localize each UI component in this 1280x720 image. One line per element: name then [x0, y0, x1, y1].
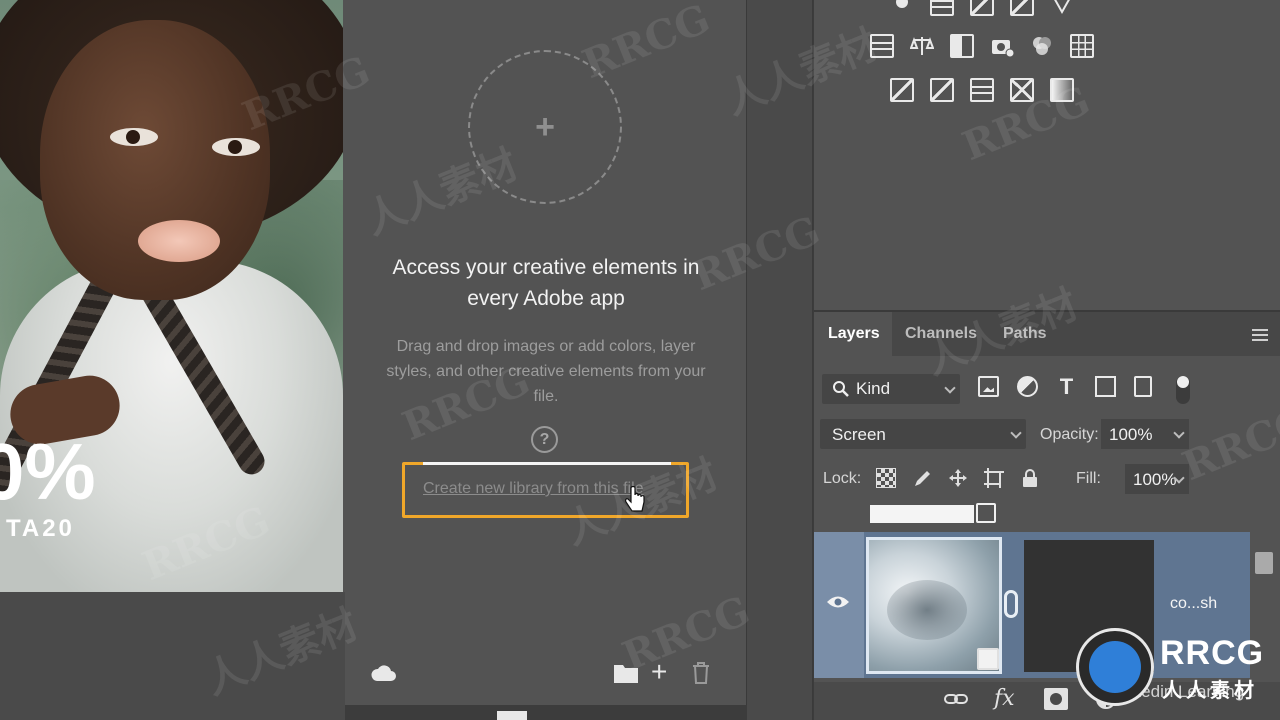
curves-icon[interactable] — [970, 0, 994, 16]
canvas-pasteboard — [0, 592, 345, 720]
color-balance-icon[interactable] — [909, 34, 935, 58]
mask-link-icon[interactable] — [1004, 590, 1018, 618]
photo-filter-icon[interactable] — [990, 34, 1015, 58]
invert-icon[interactable] — [890, 78, 914, 102]
type-layer-filter-icon[interactable]: T — [1056, 376, 1077, 398]
layer-style-fx-icon[interactable]: fx — [994, 688, 1018, 710]
layer-thumbnail[interactable] — [866, 537, 1002, 674]
lock-icons — [876, 468, 1040, 488]
black-white-icon[interactable] — [950, 34, 974, 58]
brightness-icon[interactable] — [890, 0, 914, 16]
search-icon — [833, 381, 849, 397]
layer-mask-thumbnail[interactable] — [1024, 540, 1154, 672]
link-layers-icon[interactable] — [944, 688, 968, 710]
add-mask-icon[interactable] — [1044, 688, 1068, 710]
lock-artboard-icon[interactable] — [984, 468, 1004, 488]
layers-panel: Layers Channels Paths Kind T Screen Opac… — [814, 312, 1280, 720]
opacity-input[interactable]: 100% — [1101, 419, 1189, 449]
create-library-link[interactable]: Create new library from this file — [423, 480, 644, 498]
lock-transparency-icon[interactable] — [876, 468, 896, 488]
chevron-down-icon — [1173, 427, 1185, 439]
libraries-title: Access your creative elements in every A… — [392, 256, 700, 310]
layer-filter-kind-select[interactable]: Kind — [822, 374, 960, 404]
blend-mode-value: Screen — [832, 425, 886, 444]
libraries-description: Drag and drop images or add colors, laye… — [386, 338, 706, 405]
layers-panel-tabs: Layers Channels Paths — [814, 312, 1280, 356]
panel-divider — [345, 705, 747, 720]
smart-object-badge-icon — [976, 503, 996, 523]
document-canvas[interactable]: 0% TA20 — [0, 0, 345, 720]
highlight-box: Create new library from this file — [402, 462, 689, 518]
color-lookup-icon[interactable] — [1070, 34, 1094, 58]
fill-label: Fill: — [1076, 470, 1101, 487]
shape-layer-filter-icon[interactable] — [1095, 376, 1116, 397]
add-library-drop-zone[interactable]: + — [468, 50, 622, 204]
linkedin-learning-label: Linkedin Learning — [1110, 682, 1245, 701]
adjustment-layer-filter-icon[interactable] — [1017, 376, 1038, 397]
gradient-map-icon[interactable] — [1050, 78, 1074, 102]
tab-layers[interactable]: Layers — [814, 312, 894, 356]
levels-icon[interactable] — [930, 0, 954, 16]
lock-label: Lock: — [823, 470, 862, 487]
layer-row-selected[interactable]: co...sh — [814, 532, 1250, 678]
posterize-icon[interactable] — [930, 78, 954, 102]
smart-object-badge-icon — [977, 648, 999, 670]
adjustments-panel — [814, 0, 1280, 312]
fill-value: 100% — [1133, 470, 1177, 489]
previous-layer-thumbnail[interactable] — [870, 505, 974, 523]
opacity-value: 100% — [1109, 425, 1153, 444]
chevron-down-icon — [944, 382, 956, 394]
blend-mode-select[interactable]: Screen — [820, 419, 1026, 449]
folder-icon[interactable] — [613, 662, 639, 684]
cloud-icon[interactable] — [370, 663, 398, 683]
exposure-icon[interactable] — [1010, 0, 1034, 16]
opacity-label: Opacity: — [1040, 426, 1099, 443]
hand-cursor-icon — [625, 486, 645, 512]
smart-object-filter-icon[interactable] — [1134, 376, 1152, 397]
plus-icon: + — [535, 107, 555, 146]
hue-saturation-icon[interactable] — [870, 34, 894, 58]
filter-kind-label: Kind — [856, 379, 891, 398]
visibility-eye-icon[interactable] — [826, 594, 850, 610]
promo-code-text: TA20 — [6, 515, 75, 542]
selective-color-icon[interactable] — [1010, 78, 1034, 102]
chevron-down-icon — [1010, 427, 1022, 439]
libraries-footer: + — [345, 655, 747, 695]
threshold-icon[interactable] — [970, 78, 994, 102]
layer-name[interactable]: co...sh — [1170, 595, 1217, 613]
promo-percent-text: 0% — [0, 427, 96, 516]
artwork-image: 0% TA20 — [0, 0, 343, 592]
lock-position-move-icon[interactable] — [948, 468, 968, 488]
tab-channels[interactable]: Channels — [905, 325, 977, 343]
layers-scrollbar-thumb[interactable] — [1255, 552, 1273, 574]
layers-scrollbar-track[interactable] — [1250, 507, 1280, 677]
filter-toggle-switch[interactable] — [1176, 376, 1190, 404]
lock-pixels-brush-icon[interactable] — [912, 468, 932, 488]
vibrance-icon[interactable] — [1050, 0, 1074, 16]
trash-icon[interactable] — [690, 661, 712, 685]
add-element-icon[interactable]: + — [651, 658, 677, 686]
lock-all-icon[interactable] — [1020, 468, 1040, 488]
help-icon[interactable]: ? — [531, 426, 558, 453]
layer-filter-icons: T — [978, 376, 1152, 398]
fill-input[interactable]: 100% — [1125, 464, 1189, 494]
tab-paths[interactable]: Paths — [1003, 325, 1047, 343]
pixel-layer-filter-icon[interactable] — [978, 376, 999, 397]
panel-dock-gutter — [747, 0, 813, 720]
channel-mixer-icon[interactable] — [1030, 34, 1054, 58]
libraries-panel: + Access your creative elements in every… — [345, 0, 747, 705]
panel-menu-icon[interactable] — [1252, 329, 1268, 341]
